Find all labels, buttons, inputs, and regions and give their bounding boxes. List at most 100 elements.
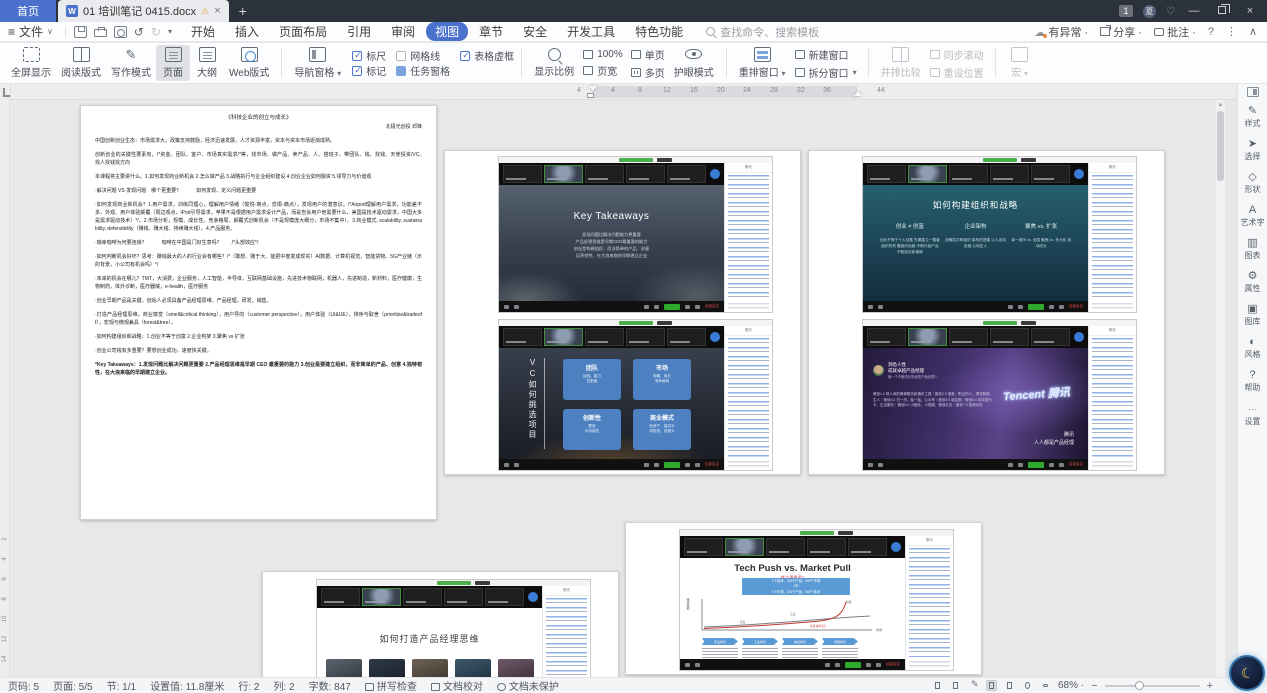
marks-checkbox[interactable]: 标记 [352,63,386,78]
spell-check-button[interactable]: 拼写检查 [365,678,417,693]
writing-mode-button[interactable]: ✎写作模式 [106,45,156,81]
view-read-icon[interactable] [950,680,961,691]
minimize-button[interactable]: — [1185,5,1203,17]
sidebar-item-settings[interactable]: ···设置 [1245,402,1261,427]
zoom-slider-handle[interactable] [1135,681,1144,690]
status-section[interactable]: 节: 1/1 [107,678,136,693]
sidebar-item-gallery[interactable]: ▣图库 [1245,303,1261,327]
protection-status[interactable]: 文档未保护 [497,678,559,693]
status-word-count[interactable]: 字数: 847 [309,678,351,693]
save-icon[interactable] [74,26,87,38]
sync-status-button[interactable]: ☁ 有异常 · [1034,24,1088,40]
quick-access-caret-icon[interactable]: ▾ [168,27,172,36]
sidebar-item-styles[interactable]: ✎样式 [1245,105,1261,129]
navigation-pane-button[interactable]: 导航窗格 ▾ [289,45,346,81]
print-preview-icon[interactable] [114,26,127,38]
notification-badge[interactable]: 1 [1119,5,1133,17]
document-tab[interactable]: W 01 培训笔记 0415.docx ⚠ × [58,0,229,22]
close-tab-icon[interactable]: × [214,5,220,17]
view-write-icon[interactable] [968,680,979,691]
menu-special-features[interactable]: 特色功能 [626,22,692,41]
vertical-ruler[interactable]: 2 4 6 8 10 12 14 [0,100,10,677]
new-window-button[interactable]: 新建窗口 [795,47,857,62]
page-view-button[interactable]: 页面 [156,45,190,81]
menu-security[interactable]: 安全 [514,22,556,41]
page-width-button[interactable]: 页宽 [583,63,623,78]
tab-stop-selector[interactable] [0,84,11,100]
sidebar-item-chart[interactable]: ▥图表 [1245,237,1261,261]
zoom-in-button[interactable]: + [1207,680,1213,692]
proofread-button[interactable]: 文档校对 [431,678,483,693]
task-pane-toggle[interactable]: 任务窗格 [396,63,450,78]
restore-button[interactable] [1213,5,1231,17]
scrollbar-thumb[interactable] [1217,111,1224,181]
outline-view-button[interactable]: 大纲 [190,45,224,81]
split-window-button[interactable]: 拆分窗口 ▾ [795,65,857,80]
assistant-floating-button[interactable]: ☾ [1229,655,1265,691]
menu-insert[interactable]: 插入 [226,22,268,41]
single-page-button[interactable]: 单页 [631,47,665,62]
sidebar-item-wordart[interactable]: A艺术字 [1241,204,1265,228]
status-setting-value[interactable]: 设置值: 11.8厘米 [150,678,224,693]
comment-button[interactable]: 批注 · [1154,24,1196,40]
collapse-panel-icon[interactable] [1247,87,1259,97]
sidebar-item-style[interactable]: ◐风格 [1245,336,1261,360]
view-page-icon[interactable] [986,680,997,691]
first-line-indent-marker[interactable] [589,86,597,91]
left-indent-marker[interactable] [587,93,594,98]
user-avatar[interactable]: 夏 [1143,5,1156,18]
membership-icon[interactable]: ♡ [1166,6,1175,17]
menu-dev-tools[interactable]: 开发工具 [558,22,624,41]
more-menu-icon[interactable]: ⋮ [1226,25,1237,38]
gridlines-checkbox[interactable]: 网格线 [396,48,450,63]
document-page-5[interactable]: Tech Push vs. Market Pull 哪个更重要? 1个技术、3/… [625,522,982,675]
ruler-checkbox[interactable]: 标尺 [352,48,386,63]
undo-icon[interactable]: ↺ [134,25,144,39]
sidebar-item-shapes[interactable]: ◇形状 [1245,171,1261,195]
command-search[interactable]: 查找命令、搜索模板 [706,24,819,40]
document-page-2[interactable]: Key Takeaways 发现问题比解决问题能力更重要 产品经理思维是早期CE… [444,150,801,475]
menu-section[interactable]: 章节 [470,22,512,41]
view-web-icon[interactable] [1022,680,1033,691]
menu-references[interactable]: 引用 [338,22,380,41]
zoom-ratio-button[interactable]: 显示比例 [529,46,579,80]
horizontal-ruler[interactable]: 4 4 8 12 16 20 24 28 32 36 44 [11,84,1236,100]
menu-review[interactable]: 审阅 [382,22,424,41]
collapse-ribbon-icon[interactable]: ∧ [1249,25,1257,38]
status-column[interactable]: 列: 2 [273,678,294,693]
fullscreen-display-button[interactable]: 全屏显示 [6,45,56,81]
menu-view[interactable]: 视图 [426,22,468,41]
multi-page-button[interactable]: 多页 [631,65,665,80]
zoom-slider[interactable] [1105,685,1200,687]
new-tab-button[interactable]: + [239,3,247,22]
close-window-button[interactable]: × [1241,5,1259,17]
view-fullscreen-icon[interactable] [932,680,943,691]
zoom-percentage[interactable]: 68% · [1058,680,1084,691]
document-page-4[interactable]: 如何打造产品经理思维 商业嗅觉 用户导向 用户体验 排序与取舍 宏观与微观兼具 … [262,571,619,677]
document-page-1[interactable]: 《科技企业的创立与成长》 北极光创投 邓锋 中国创新创业生态：市场需求大，政策支… [80,105,437,520]
document-page-3[interactable]: 如何构建组织和战略 创业 ≠ 创富创业不等于个人创富 先要建立一整套组织机构 靠… [808,150,1165,475]
redo-icon[interactable]: ↻ [151,25,161,39]
view-eye-protection-icon[interactable] [1040,680,1051,691]
eye-protection-button[interactable]: 护眼模式 [669,45,719,81]
zoom-out-button[interactable]: − [1091,680,1097,692]
sidebar-item-help[interactable]: ?帮助 [1245,369,1261,393]
document-canvas[interactable]: 2 4 6 8 10 12 14 《科技企业的创立与成长》 北极光创投 邓锋 中… [0,100,1227,677]
home-tab[interactable]: 首页 [0,0,56,22]
share-button[interactable]: 分享 · [1100,24,1142,40]
status-line[interactable]: 行: 2 [238,678,259,693]
menu-page-layout[interactable]: 页面布局 [270,22,336,41]
right-indent-marker[interactable] [854,91,862,96]
view-outline-icon[interactable] [1004,680,1015,691]
help-button[interactable]: ? [1208,26,1214,38]
status-page-number[interactable]: 页码: 5 [8,678,39,693]
reading-layout-button[interactable]: 阅读版式 [56,45,106,81]
sidebar-item-select[interactable]: ➤选择 [1245,138,1261,162]
web-layout-button[interactable]: Web版式 [224,45,274,81]
rearrange-windows-button[interactable]: 重排窗口 ▾ [734,45,791,81]
vertical-scrollbar[interactable]: ▲ [1216,100,1225,677]
status-page-count[interactable]: 页面: 5/5 [53,678,92,693]
print-icon[interactable] [94,29,107,37]
table-gridlines-checkbox[interactable]: 表格虚框 [460,48,514,63]
scroll-up-icon[interactable]: ▲ [1216,100,1225,110]
